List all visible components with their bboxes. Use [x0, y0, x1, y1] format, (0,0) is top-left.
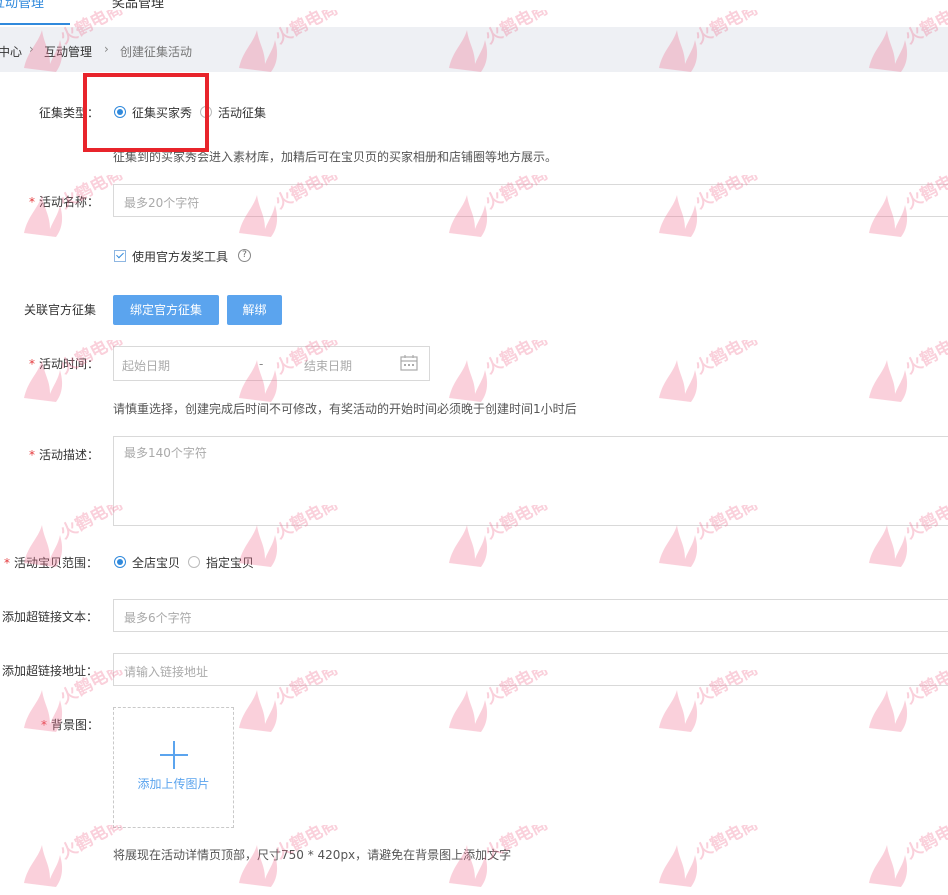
unbind-button[interactable]: 解绑: [227, 295, 282, 325]
highlight-box: [83, 73, 209, 152]
chevron-right-icon: ›: [29, 42, 34, 56]
radio-all-items-label[interactable]: 全店宝贝: [132, 554, 180, 571]
chevron-right-icon: ›: [104, 42, 109, 56]
background-hint: 将展现在活动详情页顶部，尺寸750 * 420px，请避免在背景图上添加文字: [113, 848, 512, 862]
top-tab-bar: 互动管理 奖品管理: [0, 0, 948, 26]
tab-interaction-management[interactable]: 互动管理: [0, 0, 44, 11]
svg-text:火鹤电商: 火鹤电商: [691, 825, 761, 863]
svg-text:火鹤电商: 火鹤电商: [901, 825, 948, 863]
background-label: * 背景图：: [41, 718, 100, 732]
breadcrumb-item-interaction[interactable]: 互动管理: [44, 43, 92, 60]
date-separator: -: [259, 357, 264, 371]
watermark-logo: 火鹤电商: [869, 825, 948, 887]
link-url-label: 添加超链接地址：: [2, 664, 99, 678]
background-upload[interactable]: 添加上传图片: [113, 707, 234, 828]
link-text-placeholder: 最多6个字符: [124, 611, 192, 625]
activity-desc-textarea[interactable]: 最多140个字符: [113, 436, 948, 526]
link-url-placeholder: 请输入链接地址: [124, 665, 209, 679]
active-tab-indicator: [0, 23, 70, 25]
activity-time-label: * 活动时间：: [29, 357, 100, 371]
tab-prize-management[interactable]: 奖品管理: [112, 0, 164, 11]
item-range-label: * 活动宝贝范围：: [4, 556, 99, 570]
activity-desc-placeholder: 最多140个字符: [124, 446, 207, 460]
radio-activity-collect-label[interactable]: 活动征集: [218, 104, 266, 121]
breadcrumb-item-center[interactable]: 中心: [0, 43, 22, 60]
plus-icon-vertical: [173, 741, 175, 769]
activity-name-input[interactable]: 最多20个字符: [113, 184, 948, 217]
link-url-input[interactable]: 请输入链接地址: [113, 653, 948, 686]
breadcrumb: 中心 › 互动管理 › 创建征集活动: [0, 27, 948, 72]
activity-desc-label: * 活动描述：: [29, 448, 100, 462]
bind-official-button[interactable]: 绑定官方征集: [113, 295, 219, 325]
activity-name-placeholder: 最多20个字符: [124, 196, 200, 210]
start-date-placeholder[interactable]: 起始日期: [122, 357, 170, 374]
calendar-icon[interactable]: [400, 355, 418, 374]
official-tool-checkbox[interactable]: [114, 250, 126, 262]
radio-specified-items[interactable]: [188, 556, 200, 568]
watermark-logo: 火鹤电商: [869, 340, 948, 402]
link-text-label: 添加超链接文本：: [2, 610, 99, 624]
svg-text:火鹤电商: 火鹤电商: [901, 340, 948, 378]
watermark-logo: 火鹤电商: [659, 825, 761, 887]
upload-label: 添加上传图片: [137, 777, 210, 791]
official-tool-label[interactable]: 使用官方发奖工具: [132, 248, 228, 265]
radio-all-items[interactable]: [114, 556, 126, 568]
watermark-logo: 火鹤电商: [659, 340, 761, 402]
svg-text:火鹤电商: 火鹤电商: [691, 340, 761, 378]
end-date-placeholder[interactable]: 结束日期: [304, 357, 352, 374]
radio-specified-items-label[interactable]: 指定宝贝: [206, 554, 254, 571]
link-official-label: 关联官方征集: [24, 303, 97, 317]
link-text-input[interactable]: 最多6个字符: [113, 599, 948, 632]
svg-text:火鹤电商: 火鹤电商: [481, 340, 551, 378]
question-icon[interactable]: ?: [238, 249, 251, 262]
activity-name-label: * 活动名称：: [29, 195, 100, 209]
activity-time-hint: 请慎重选择，创建完成后时间不可修改，有奖活动的开始时间必须晚于创建时间1小时后: [113, 402, 577, 416]
date-range-picker[interactable]: 起始日期 - 结束日期: [113, 346, 430, 381]
breadcrumb-item-current: 创建征集活动: [120, 45, 193, 59]
